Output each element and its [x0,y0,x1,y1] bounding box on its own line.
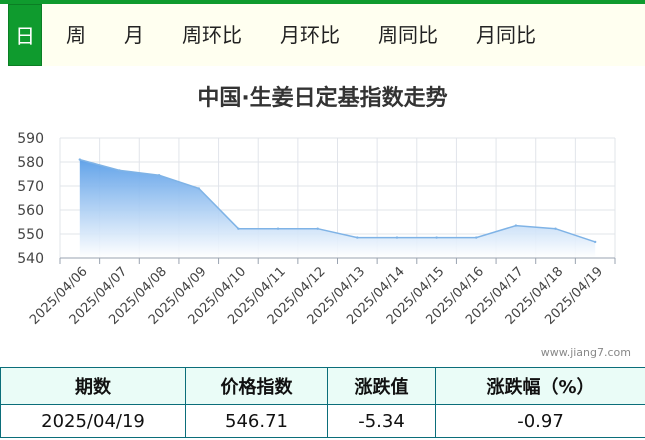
site-watermark: www.jiang7.com [540,346,631,359]
data-point [554,227,557,230]
data-point [395,236,399,239]
data-point [356,236,359,239]
cell-change-percent: -0.97 [435,404,645,438]
data-point [276,227,280,230]
cell-period: 2025/04/19 [0,404,186,438]
period-tabbar: 日 周 月 周环比 月环比 周同比 月同比 [8,4,645,66]
index-stats-table: 期数 价格指数 涨跌值 涨跌幅（%） 2025/04/19 546.71 -5.… [0,367,645,438]
y-tick-label: 570 [17,179,44,195]
data-point [514,224,518,227]
header-price-index: 价格指数 [185,367,328,405]
y-tick-label: 580 [17,155,44,171]
index-area-chart: 5405505605705805902025/04/062025/04/0720… [17,131,616,328]
cell-price-index: 546.71 [185,404,328,438]
tab-week-on-week[interactable]: 周环比 [182,4,242,66]
data-point [316,227,319,230]
header-change-value: 涨跌值 [327,367,436,405]
data-point [78,158,82,161]
tab-month-year-on-year[interactable]: 月同比 [476,4,536,66]
table-row: 2025/04/19 546.71 -5.34 -0.97 [0,404,645,438]
chart-title: 中国·生姜日定基指数走势 [197,86,448,111]
y-tick-label: 540 [17,251,44,267]
tab-month-on-month[interactable]: 月环比 [280,4,340,66]
cell-change-value: -5.34 [327,404,436,438]
header-period: 期数 [0,367,186,405]
tab-week[interactable]: 周 [66,4,86,66]
y-tick-label: 560 [17,203,44,219]
data-point [475,236,478,239]
header-change-percent: 涨跌幅（%） [435,367,645,405]
table-header-row: 期数 价格指数 涨跌值 涨跌幅（%） [0,367,645,405]
data-point [118,169,121,172]
data-point [435,236,438,239]
tab-week-year-on-year[interactable]: 周同比 [378,4,438,66]
y-tick-label: 590 [17,131,44,147]
y-tick-label: 550 [17,227,44,243]
data-point [197,187,200,190]
data-point [593,240,597,244]
tab-month[interactable]: 月 [124,4,144,66]
data-point [157,174,161,177]
data-point [237,227,240,230]
tab-day[interactable]: 日 [8,4,42,66]
